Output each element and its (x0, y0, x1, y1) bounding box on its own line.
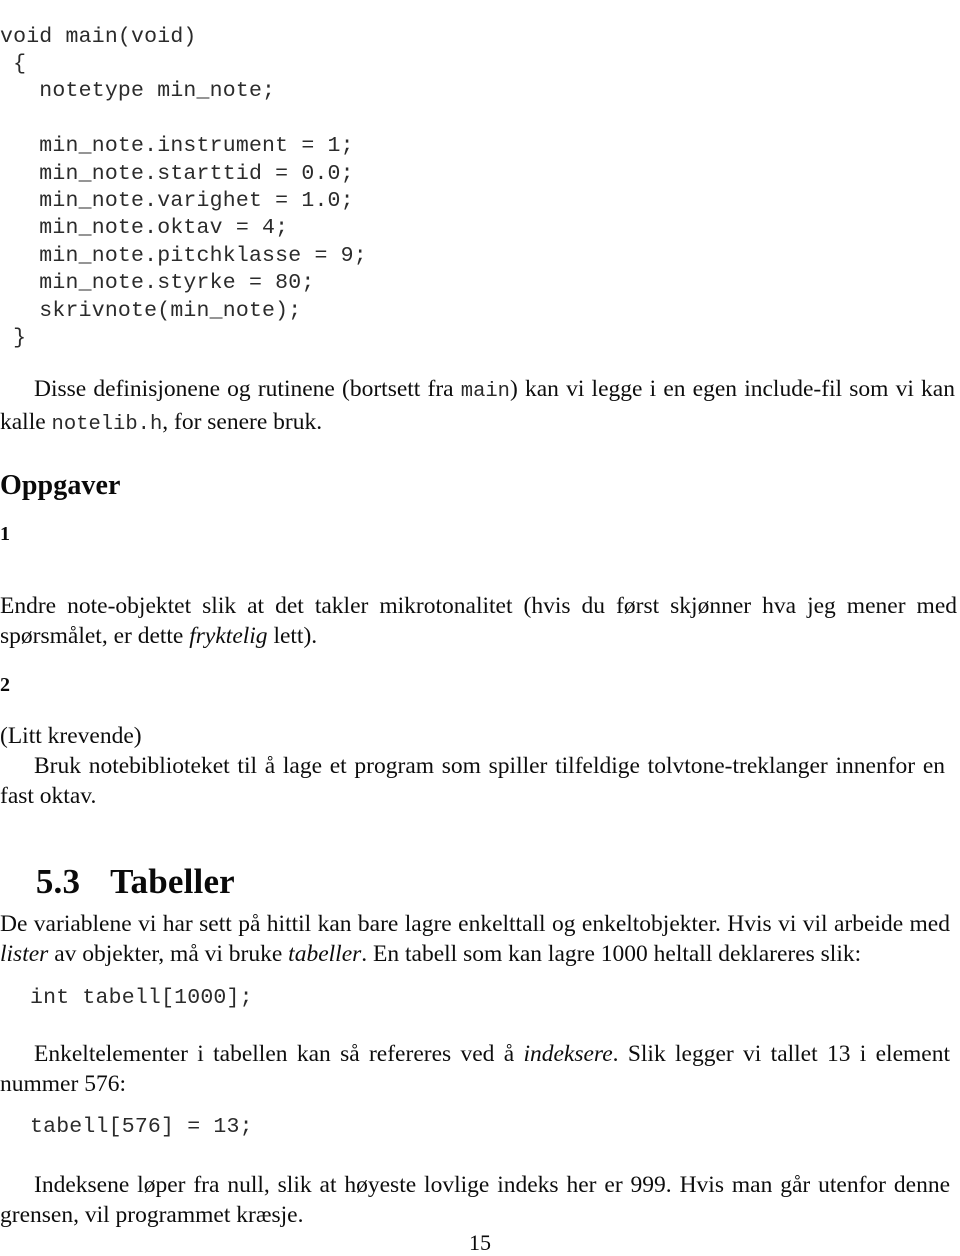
para-tabeller-text-1: De variablene vi har sett på hittil kan … (0, 910, 950, 937)
para-tabeller-text-3: . En tabell som kan lagre 1000 heltall d… (361, 940, 862, 967)
para-tabeller-italic-lister: lister (0, 940, 49, 967)
exercise-1-italic: fryktelig (189, 622, 268, 649)
paragraph-indeksere: Enkeltelementer i tabellen kan så refere… (0, 1039, 950, 1099)
paragraph-tabeller-intro: De variablene vi har sett på hittil kan … (0, 909, 950, 969)
exercise-number-1: 1 (0, 523, 10, 545)
para-indekser-text-1: Indeksene løper fra null, slik at høyest… (0, 1171, 950, 1228)
heading-exercises: Oppgaver (0, 470, 121, 501)
code-block-array-declaration: int tabell[1000]; (30, 985, 253, 1010)
exercise-1-text-1: Endre note-objektet slik at det takler m… (0, 592, 957, 649)
document-page: void main(void) { notetype min_note; min… (0, 0, 960, 1256)
section-title: Tabeller (110, 862, 235, 901)
code-block-array-assignment: tabell[576] = 13; (30, 1114, 253, 1139)
para-tabeller-italic-tabeller: tabeller (288, 940, 362, 967)
code-block-main-function: void main(void) { notetype min_note; min… (0, 24, 367, 350)
exercise-number-2: 2 (0, 674, 10, 696)
paragraph-include-file: Disse definisjonene og rutinene (bortset… (0, 374, 955, 440)
exercise-body-1: Endre note-objektet slik at det takler m… (0, 591, 957, 651)
paragraph-indekser-range: Indeksene løper fra null, slik at høyest… (0, 1170, 950, 1230)
exercise-body-2: Bruk notebiblioteket til å lage et progr… (0, 751, 945, 811)
inline-code-main: main (460, 379, 510, 403)
para-indeksere-italic: indeksere (523, 1040, 613, 1067)
inline-code-notelib: notelib.h (51, 412, 163, 436)
para-indeksere-text-1: Enkeltelementer i tabellen kan så refere… (34, 1040, 524, 1067)
page-number: 15 (469, 1230, 491, 1255)
exercise-2-text-1: Bruk notebiblioteket til å lage et progr… (0, 752, 945, 809)
para-tabeller-text-2: av objekter, må vi bruke (48, 940, 289, 967)
para-include-text-3: , for senere bruk. (162, 408, 323, 435)
para-include-text-1: Disse definisjonene og rutinene (bortset… (34, 375, 461, 402)
section-number: 5.3 (35, 862, 81, 901)
exercise-1-text-2: lett). (267, 622, 318, 649)
exercise-2-lead: (Litt krevende) (0, 722, 142, 749)
